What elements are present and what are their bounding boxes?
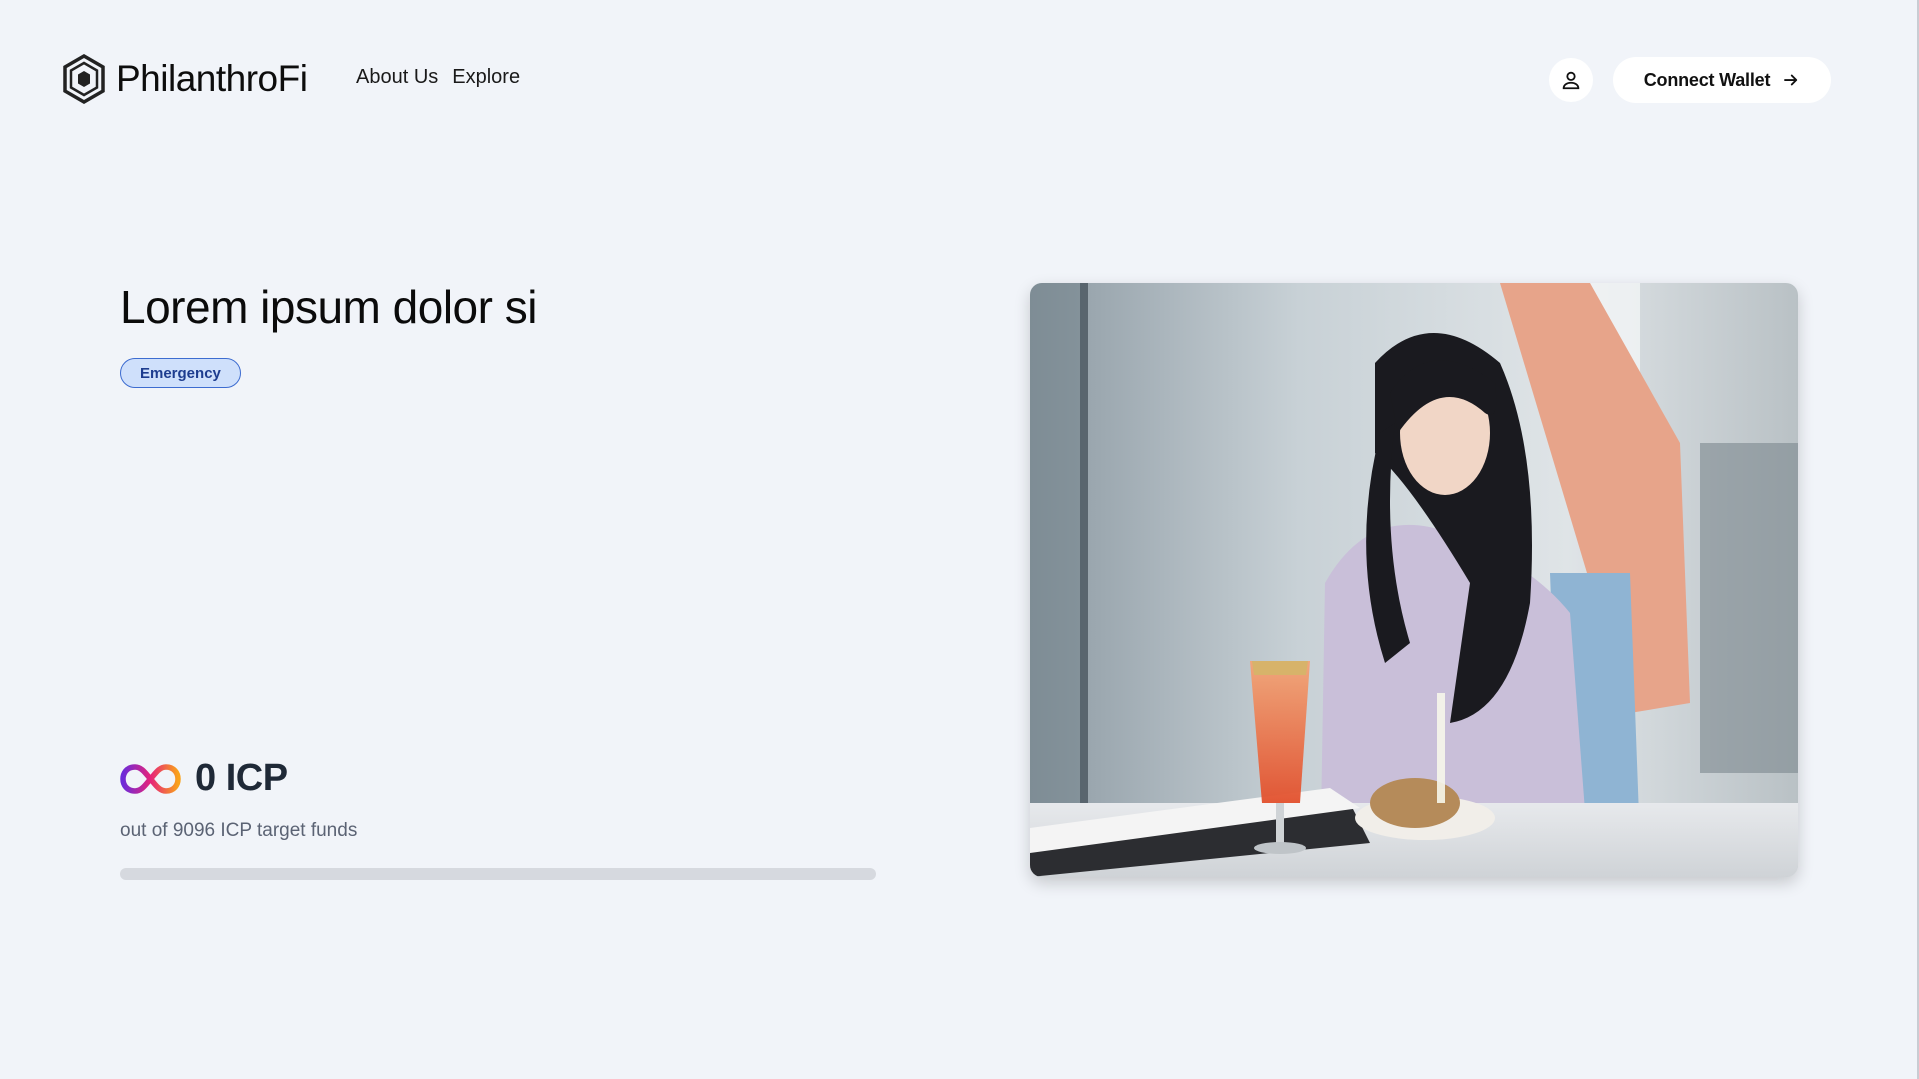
raised-amount: 0 ICP <box>195 757 288 799</box>
category-badge: Emergency <box>120 358 241 388</box>
funds-raised: 0 ICP <box>120 757 288 800</box>
main-nav: About Us Explore <box>356 66 520 89</box>
hexagon-logo-icon <box>63 54 105 104</box>
campaign-title: Lorem ipsum dolor si <box>120 281 537 333</box>
campaign-photo <box>1030 283 1798 877</box>
funding-progress-bar <box>120 868 876 880</box>
nav-link-about-us[interactable]: About Us <box>356 66 438 89</box>
connect-wallet-button[interactable]: Connect Wallet <box>1613 57 1831 103</box>
brand-name: PhilanthroFi <box>116 58 308 99</box>
profile-button[interactable] <box>1549 58 1593 102</box>
site-header: PhilanthroFi About Us Explore Connect Wa… <box>0 0 1919 160</box>
campaign-image <box>1030 283 1798 877</box>
icp-infinity-icon <box>120 763 181 794</box>
connect-wallet-label: Connect Wallet <box>1643 69 1771 90</box>
nav-link-explore[interactable]: Explore <box>452 66 520 89</box>
brand-logo[interactable]: PhilanthroFi <box>62 54 308 104</box>
arrow-right-icon <box>1784 74 1798 86</box>
target-funds-text: out of 9096 ICP target funds <box>120 820 358 841</box>
user-icon <box>1562 71 1580 90</box>
